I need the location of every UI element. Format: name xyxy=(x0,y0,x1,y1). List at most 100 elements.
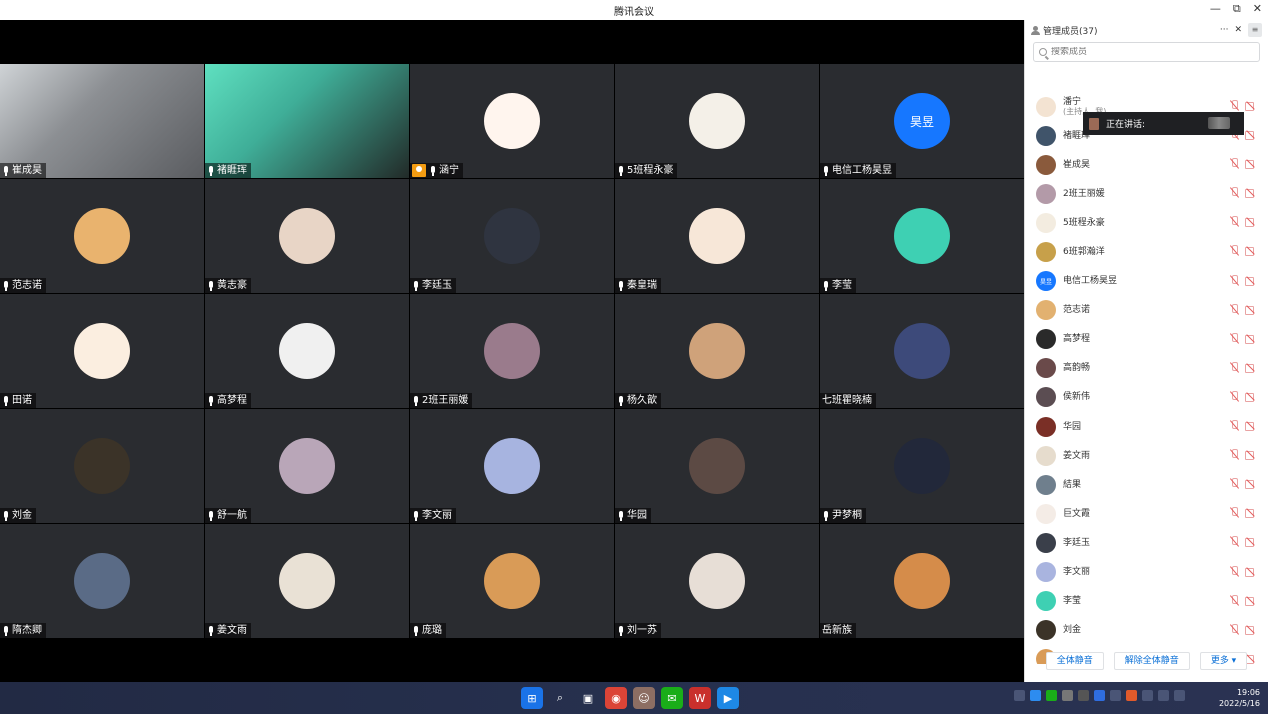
panel-toggle-icon[interactable]: ≡ xyxy=(1248,23,1262,37)
tencent-meeting-icon[interactable]: ▶ xyxy=(717,687,739,709)
mic-muted-icon[interactable] xyxy=(1230,420,1239,431)
member-row[interactable]: 高梦程 xyxy=(1025,325,1268,354)
camera-off-icon[interactable] xyxy=(1245,131,1256,141)
task-view-icon[interactable]: ▣ xyxy=(577,687,599,709)
participant-tile[interactable]: 舒一航 xyxy=(205,409,409,523)
member-row[interactable]: 高韵畅 xyxy=(1025,354,1268,383)
tray-volume-icon[interactable] xyxy=(1158,690,1169,701)
member-row[interactable]: 6班郭瀚洋 xyxy=(1025,237,1268,266)
camera-off-icon[interactable] xyxy=(1245,625,1256,635)
mic-muted-icon[interactable] xyxy=(1230,245,1239,256)
member-row[interactable]: 昊昱 电信工杨昊昱 xyxy=(1025,267,1268,296)
clock[interactable]: 19:06 2022/5/16 xyxy=(1219,687,1260,709)
member-search[interactable] xyxy=(1033,42,1260,62)
tray-battery-icon[interactable] xyxy=(1174,690,1185,701)
more-button[interactable]: 更多 ▾ xyxy=(1199,652,1248,670)
tray-wechat-icon[interactable] xyxy=(1046,690,1057,701)
member-row[interactable]: 2班王丽媛 xyxy=(1025,179,1268,208)
maximize-button[interactable]: ⧉ xyxy=(1233,2,1241,16)
member-row[interactable]: 李文丽 xyxy=(1025,558,1268,587)
tray-mic-icon[interactable] xyxy=(1094,690,1105,701)
participant-tile[interactable]: 昊昱 电信工杨昊昱 xyxy=(820,64,1024,178)
camera-off-icon[interactable] xyxy=(1245,189,1256,199)
chrome-icon[interactable]: ◉ xyxy=(605,687,627,709)
tray-ime-icon[interactable] xyxy=(1110,690,1121,701)
participant-tile[interactable]: 华园 xyxy=(615,409,819,523)
mic-muted-icon[interactable] xyxy=(1230,449,1239,460)
participant-tile[interactable]: 岳新族 xyxy=(820,524,1024,638)
participant-tile[interactable]: 李廷玉 xyxy=(410,179,614,293)
camera-off-icon[interactable] xyxy=(1245,334,1256,344)
participant-tile[interactable]: 5班程永豪 xyxy=(615,64,819,178)
participant-tile[interactable]: 涵宁 xyxy=(410,64,614,178)
participant-tile[interactable]: 崔成昊 xyxy=(0,64,204,178)
mute-all-button[interactable]: 全体静音 xyxy=(1045,652,1104,670)
search-icon[interactable]: ⌕ xyxy=(549,687,571,709)
tray-qq-icon[interactable] xyxy=(1062,690,1073,701)
camera-off-icon[interactable] xyxy=(1245,160,1256,170)
participant-tile[interactable]: 李莹 xyxy=(820,179,1024,293)
mic-muted-icon[interactable] xyxy=(1230,332,1239,344)
tray-network-icon[interactable] xyxy=(1030,690,1041,701)
camera-off-icon[interactable] xyxy=(1245,363,1256,373)
panel-more-button[interactable]: ··· xyxy=(1220,25,1229,35)
member-row[interactable]: 刘金 xyxy=(1025,616,1268,645)
member-row[interactable]: 結果 xyxy=(1025,470,1268,499)
tray-sogou-icon[interactable] xyxy=(1126,690,1137,701)
windows-start-icon[interactable]: ⊞ xyxy=(521,687,543,709)
member-row[interactable]: 华园 xyxy=(1025,412,1268,441)
participant-tile[interactable]: 田诺 xyxy=(0,294,204,408)
member-row[interactable]: 巨文霞 xyxy=(1025,499,1268,528)
participant-tile[interactable]: 杨久歆 xyxy=(615,294,819,408)
participant-tile[interactable]: 褚睚珲 xyxy=(205,64,409,178)
participant-tile[interactable]: 隋杰卿 xyxy=(0,524,204,638)
mic-muted-icon[interactable] xyxy=(1230,565,1239,577)
camera-off-icon[interactable] xyxy=(1245,596,1256,606)
mic-muted-icon[interactable] xyxy=(1230,594,1239,606)
camera-off-icon[interactable] xyxy=(1245,538,1256,548)
mic-muted-icon[interactable] xyxy=(1230,361,1239,373)
unmute-all-button[interactable]: 解除全体静音 xyxy=(1113,652,1190,670)
panel-close-button[interactable]: ✕ xyxy=(1234,25,1242,35)
participant-tile[interactable]: 秦皇瑞 xyxy=(615,179,819,293)
mic-muted-icon[interactable] xyxy=(1230,478,1239,489)
member-row[interactable]: 崔成昊 xyxy=(1025,150,1268,179)
tray-app-icon[interactable] xyxy=(1078,690,1089,701)
participant-tile[interactable]: 庞璐 xyxy=(410,524,614,638)
member-row[interactable]: 侯新伟 xyxy=(1025,383,1268,412)
mic-muted-icon[interactable] xyxy=(1230,216,1239,227)
wps-icon[interactable]: W xyxy=(689,687,711,709)
wechat-icon[interactable]: ✉ xyxy=(661,687,683,709)
mic-muted-icon[interactable] xyxy=(1230,390,1239,402)
member-search-input[interactable] xyxy=(1051,47,1254,57)
participant-tile[interactable]: 高梦程 xyxy=(205,294,409,408)
participant-tile[interactable]: 刘金 xyxy=(0,409,204,523)
close-button[interactable]: ✕ xyxy=(1253,2,1262,16)
camera-off-icon[interactable] xyxy=(1245,218,1256,228)
minimize-button[interactable]: — xyxy=(1210,2,1221,16)
tray-chevron-icon[interactable] xyxy=(1014,690,1025,701)
mic-muted-icon[interactable] xyxy=(1230,274,1239,286)
mic-muted-icon[interactable] xyxy=(1230,158,1239,169)
participant-tile[interactable]: 刘一苏 xyxy=(615,524,819,638)
member-row[interactable]: 5班程永豪 xyxy=(1025,208,1268,237)
camera-off-icon[interactable] xyxy=(1245,509,1256,519)
member-row[interactable]: 范志诺 xyxy=(1025,296,1268,325)
member-row[interactable]: 姜文雨 xyxy=(1025,441,1268,470)
mic-muted-icon[interactable] xyxy=(1230,100,1239,111)
mic-muted-icon[interactable] xyxy=(1230,623,1239,635)
participant-tile[interactable]: 姜文雨 xyxy=(205,524,409,638)
mic-muted-icon[interactable] xyxy=(1230,303,1239,315)
participant-tile[interactable]: 2班王丽媛 xyxy=(410,294,614,408)
tray-display-icon[interactable] xyxy=(1142,690,1153,701)
camera-off-icon[interactable] xyxy=(1245,305,1256,315)
participant-tile[interactable]: 七班瞿晓楠 xyxy=(820,294,1024,408)
participant-tile[interactable]: 范志诺 xyxy=(0,179,204,293)
mic-muted-icon[interactable] xyxy=(1230,536,1239,547)
participant-tile[interactable]: 尹梦桐 xyxy=(820,409,1024,523)
camera-off-icon[interactable] xyxy=(1245,102,1256,111)
camera-off-icon[interactable] xyxy=(1245,567,1256,577)
avatar-app-icon[interactable]: ☺ xyxy=(633,687,655,709)
member-row[interactable]: 李廷玉 xyxy=(1025,528,1268,557)
participant-tile[interactable]: 黄志豪 xyxy=(205,179,409,293)
